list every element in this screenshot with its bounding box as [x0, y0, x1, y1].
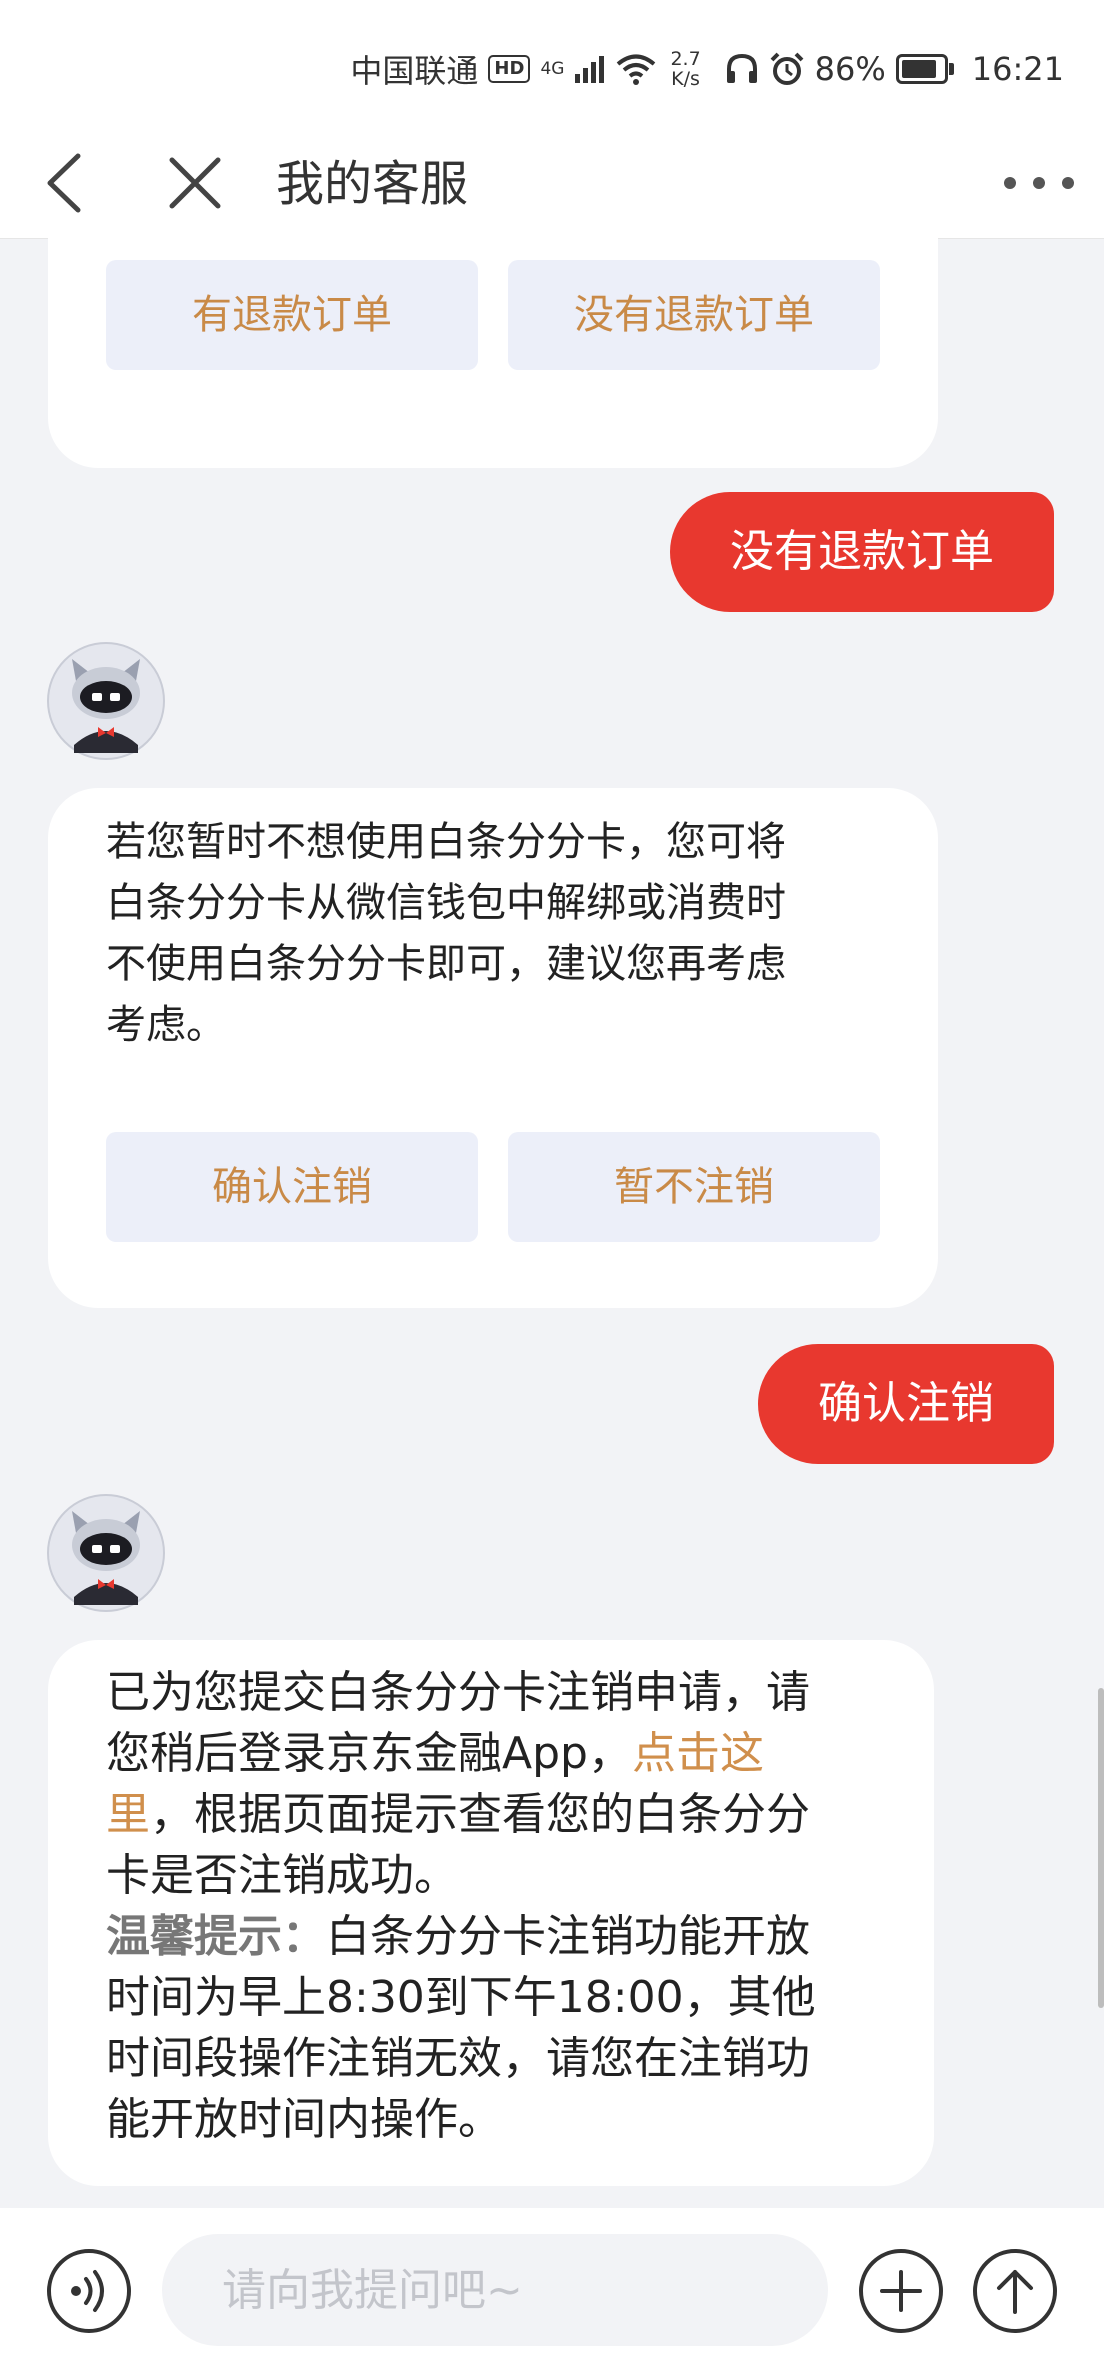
user-message-bubble: 确认注销 — [758, 1344, 1054, 1464]
not-cancel-button[interactable]: 暂不注销 — [508, 1132, 880, 1242]
more-icon[interactable] — [1004, 160, 1074, 206]
battery-percent: 86% — [814, 50, 886, 88]
status-indicators: 中国联通 HD 4G 2.7 K/s 86% 16:21 — [350, 44, 1064, 94]
hd-badge: HD — [488, 55, 531, 83]
chat-area[interactable]: 有退款订单 没有退款订单 没有退款订单 若您暂时不想使用白条分分卡，您可将 白条… — [0, 238, 1104, 2208]
click-here-link[interactable]: 里 — [106, 1789, 150, 1840]
confirm-cancel-button[interactable]: 确认注销 — [106, 1132, 478, 1242]
chevron-left-icon[interactable] — [36, 150, 96, 216]
bot-avatar-icon — [47, 1494, 165, 1612]
option-has-refund-button[interactable]: 有退款订单 — [106, 260, 478, 370]
voice-icon[interactable] — [46, 2248, 132, 2334]
close-icon[interactable] — [160, 148, 230, 218]
speed-value: 2.7 — [670, 48, 701, 70]
page-title: 我的客服 — [276, 156, 469, 212]
bot-avatar-icon — [47, 642, 165, 760]
click-here-link[interactable]: 点击这 — [632, 1728, 764, 1779]
bot-message-text: 已为您提交白条分分卡注销申请，请 您稍后登录京东金融App，点击这 里，根据页面… — [106, 1667, 816, 2145]
headphones-icon — [726, 53, 757, 83]
tip-label: 温馨提示： — [106, 1911, 326, 1962]
nav-bar: 我的客服 — [0, 130, 1104, 239]
network-type: 4G — [540, 59, 565, 79]
option-no-refund-button[interactable]: 没有退款订单 — [508, 260, 880, 370]
user-message-bubble: 没有退款订单 — [670, 492, 1054, 612]
input-bar — [0, 2208, 1104, 2376]
status-bar: 中国联通 HD 4G 2.7 K/s 86% 16:21 — [0, 0, 1104, 130]
plus-icon[interactable] — [858, 2248, 944, 2334]
carrier-label: 中国联通 — [350, 52, 479, 90]
network-speed: 2.7 K/s — [670, 49, 700, 89]
arrow-up-icon[interactable] — [972, 2248, 1058, 2334]
speed-unit: K/s — [671, 68, 700, 90]
wifi-icon — [617, 54, 656, 85]
bot-message-text: 若您暂时不想使用白条分分卡，您可将 白条分分卡从微信钱包中解绑或消费时 不使用白… — [106, 819, 786, 1048]
battery-icon — [895, 54, 954, 84]
signal-icon — [575, 56, 605, 83]
bot-message-card: 已为您提交白条分分卡注销申请，请 您稍后登录京东金融App，点击这 里，根据页面… — [48, 1640, 934, 2186]
clock: 16:21 — [971, 50, 1064, 88]
scrollbar[interactable] — [1098, 1688, 1104, 2008]
question-input[interactable] — [162, 2234, 828, 2346]
alarm-icon — [770, 52, 804, 85]
bot-message-card: 有退款订单 没有退款订单 — [48, 238, 938, 468]
bot-message-card: 若您暂时不想使用白条分分卡，您可将 白条分分卡从微信钱包中解绑或消费时 不使用白… — [48, 788, 938, 1308]
